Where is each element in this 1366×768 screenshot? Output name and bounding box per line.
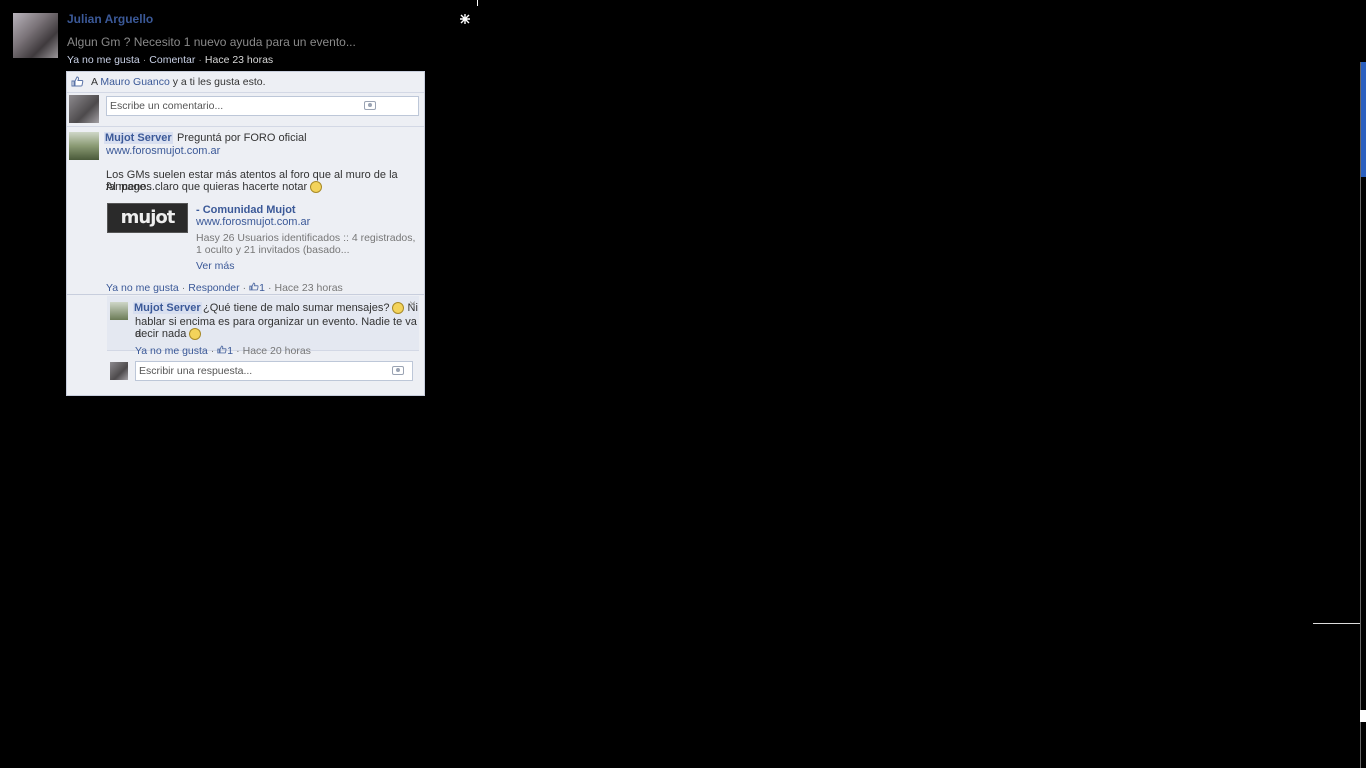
smile-emoticon-icon <box>392 302 405 315</box>
like-count-thumb-icon <box>249 282 259 291</box>
reply-compose-row: Escribir una respuesta... <box>107 360 419 386</box>
reply-meta: Ya no me gusta · 1 · Hace 20 horas <box>135 345 311 357</box>
reply-like-thumb-icon <box>217 345 227 354</box>
comment-item: Mujot Server Preguntá por FORO oficial w… <box>67 128 424 294</box>
camera-icon[interactable] <box>364 101 376 110</box>
reply-author-name[interactable]: Mujot Server <box>133 302 202 314</box>
top-tick <box>477 0 478 6</box>
unlike-post-link[interactable]: Ya no me gusta <box>67 54 140 66</box>
scrollbar-down-arrow[interactable] <box>1360 710 1366 722</box>
comment-body-line2: Al menos claro que quieras hacerte notar <box>106 181 323 194</box>
reply-camera-icon[interactable] <box>392 366 404 375</box>
comment-text: Preguntá por FORO oficial <box>177 132 307 144</box>
reply-author-avatar[interactable] <box>110 302 128 320</box>
comment-divider <box>67 294 424 295</box>
comment-link[interactable]: www.forosmujot.com.ar <box>106 145 220 157</box>
smile-emoticon-icon-2 <box>189 328 202 341</box>
comment-compose-row: Escribe un comentario... <box>67 92 424 127</box>
viewer-avatar-small <box>110 362 128 380</box>
comment-like-count[interactable]: 1 <box>249 282 265 294</box>
reply-input[interactable]: Escribir una respuesta... <box>135 361 413 381</box>
thumbs-up-icon <box>71 76 84 87</box>
liker-name[interactable]: Mauro Guanco <box>100 76 169 88</box>
see-more-link[interactable]: Ver más <box>196 260 235 272</box>
attachment-url[interactable]: www.forosmujot.com.ar <box>196 216 310 228</box>
post-time[interactable]: Hace 23 horas <box>205 54 273 66</box>
unlike-comment-link[interactable]: Ya no me gusta <box>106 282 179 294</box>
reply-link[interactable]: Responder <box>188 282 239 294</box>
post-meta: Ya no me gusta · Comentar · Hace 23 horas <box>67 54 274 66</box>
reply-text-line1: ¿Qué tiene de malo sumar mensajes? Ni <box>203 302 418 315</box>
reply-item: Mujot Server ¿Qué tiene de malo sumar me… <box>107 296 419 351</box>
reply-time[interactable]: Hace 20 horas <box>243 345 311 357</box>
unlike-reply-link[interactable]: Ya no me gusta <box>135 345 208 357</box>
likes-text: A Mauro Guanco y a ti les gusta esto. <box>91 76 266 88</box>
commenter-avatar[interactable] <box>69 132 99 160</box>
attachment-thumbnail[interactable]: mujot <box>107 203 188 233</box>
post-text: Algun Gm ? Necesito 1 nuevo ayuda para u… <box>67 35 356 49</box>
wink-emoticon-icon <box>310 181 323 194</box>
reply-close-icon[interactable]: × <box>409 297 416 311</box>
scrollbar-thumb[interactable] <box>1361 62 1366 177</box>
comment-post-link[interactable]: Comentar <box>149 54 195 66</box>
attachment-title[interactable]: - Comunidad Mujot <box>196 204 296 216</box>
close-icon[interactable] <box>459 13 471 25</box>
post-author[interactable]: Julian Arguello <box>67 12 153 26</box>
comment-meta: Ya no me gusta · Responder · 1 · Hace 23 horas <box>106 282 343 294</box>
comment-time[interactable]: Hace 23 horas <box>275 282 343 294</box>
author-avatar[interactable] <box>13 13 58 58</box>
attachment-description: Hasy 26 Usuarios identificados :: 4 regi… <box>196 232 416 256</box>
horizontal-rule <box>1313 623 1360 624</box>
likes-row: A Mauro Guanco y a ti les gusta esto. <box>67 72 424 93</box>
comments-panel: A Mauro Guanco y a ti les gusta esto. Es… <box>66 71 425 396</box>
reply-like-count[interactable]: 1 <box>217 345 233 357</box>
viewer-avatar <box>69 95 99 123</box>
commenter-name[interactable]: Mujot Server <box>104 132 173 144</box>
reply-text-line3: decir nada <box>135 328 202 341</box>
